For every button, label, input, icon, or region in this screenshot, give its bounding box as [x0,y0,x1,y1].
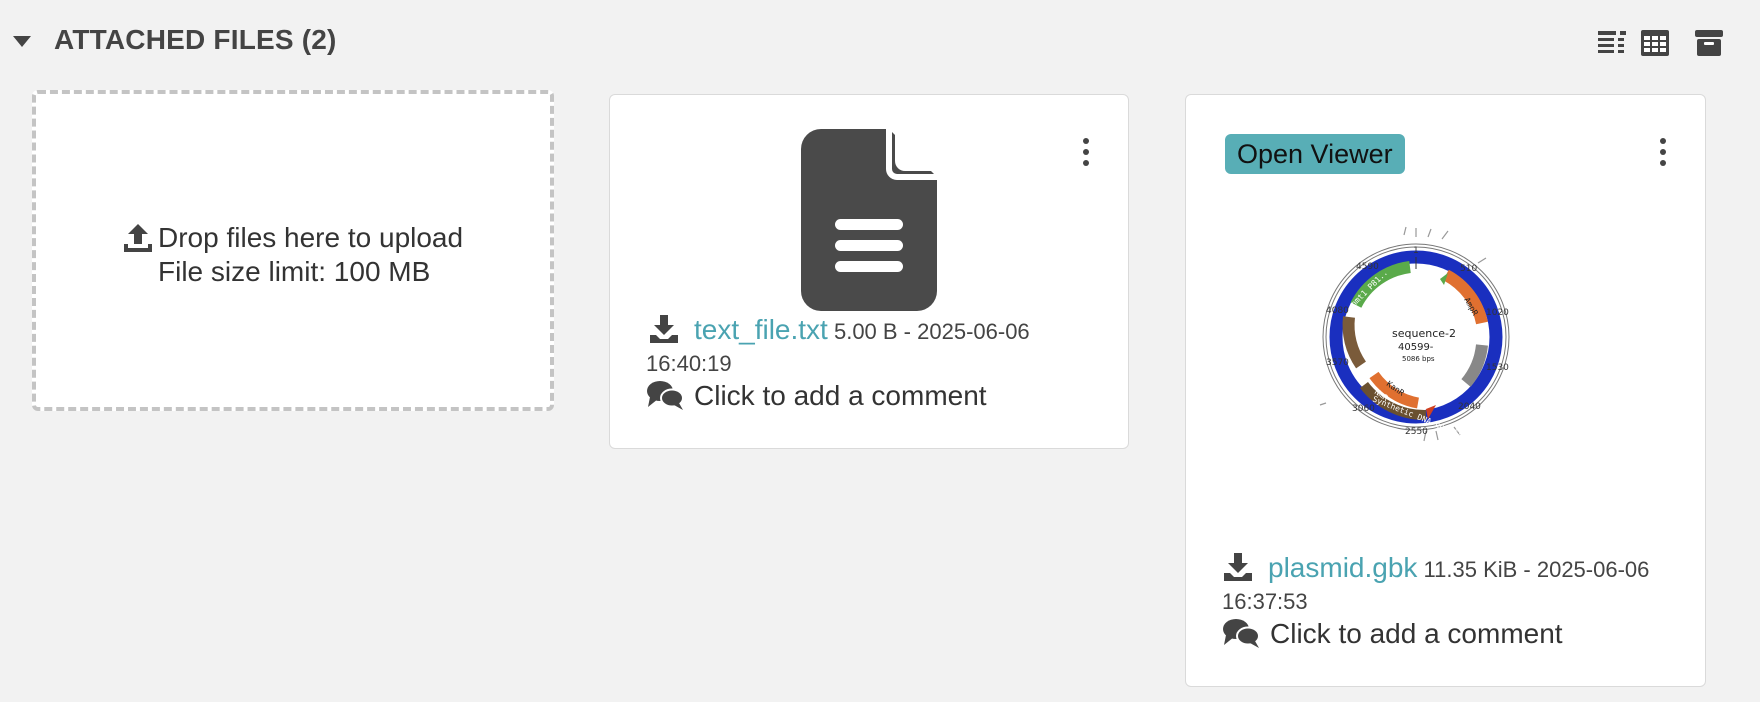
more-options-icon[interactable] [1074,135,1098,169]
archive-icon[interactable] [1692,26,1726,60]
tick-label: 2040 [1458,402,1481,412]
tick-label: 3060 [1352,404,1375,414]
tick-label: 3570 [1326,358,1349,368]
file-name-link[interactable]: plasmid.gbk [1268,552,1417,583]
document-icon[interactable] [801,129,937,311]
comment-placeholder: Click to add a comment [1270,618,1563,649]
tick-label: 1 [1413,246,1419,256]
dropzone-size-limit: File size limit: 100 MB [158,256,431,287]
file-dropzone[interactable]: Drop files here to upload File size limi… [32,90,554,411]
file-card: Open Viewer sequence-2 40599- 5086 bps 1… [1185,94,1706,687]
comment-placeholder: Click to add a comment [694,380,987,411]
open-viewer-button[interactable]: Open Viewer [1225,134,1405,174]
more-options-icon[interactable] [1651,135,1675,169]
file-card: text_file.txt 5.00 B - 2025-06-06 16:40:… [609,94,1129,449]
section-title: ATTACHED FILES (2) [54,24,337,55]
upload-icon [122,222,154,254]
file-size-date: 11.35 KiB - 2025-06-06 [1423,557,1650,582]
tick-label: 4080 [1326,306,1349,316]
plasmid-name: sequence-2 [1392,327,1456,340]
add-comment-button[interactable]: Click to add a comment [646,379,987,412]
attached-files-header: ATTACHED FILES (2) [0,0,1760,80]
tick-label: 2550 [1405,427,1428,437]
dropzone-instructions: Drop files here to upload [158,222,464,253]
download-icon[interactable] [648,313,680,345]
file-upload-time: 16:40:19 [646,351,732,376]
add-comment-button[interactable]: Click to add a comment [1222,617,1563,650]
file-size-date: 5.00 B - 2025-06-06 [833,319,1030,344]
grid-view-icon[interactable] [1638,26,1672,60]
download-icon[interactable] [1222,551,1254,583]
tick-label: 4590 [1356,262,1379,272]
comments-icon [646,379,684,411]
comments-icon [1222,617,1260,649]
tick-label: 1020 [1486,308,1509,318]
plasmid-map-thumbnail[interactable]: sequence-2 40599- 5086 bps 1 510 1020 15… [1316,225,1536,455]
caret-down-icon[interactable] [12,32,32,52]
plasmid-length: 5086 bps [1402,355,1435,363]
file-name-link[interactable]: text_file.txt [694,314,828,345]
plasmid-id: 40599- [1398,342,1434,353]
tick-label: 510 [1460,264,1477,274]
file-upload-time: 16:37:53 [1222,589,1308,614]
list-view-icon[interactable] [1596,26,1630,60]
tick-label: 1530 [1486,363,1509,373]
